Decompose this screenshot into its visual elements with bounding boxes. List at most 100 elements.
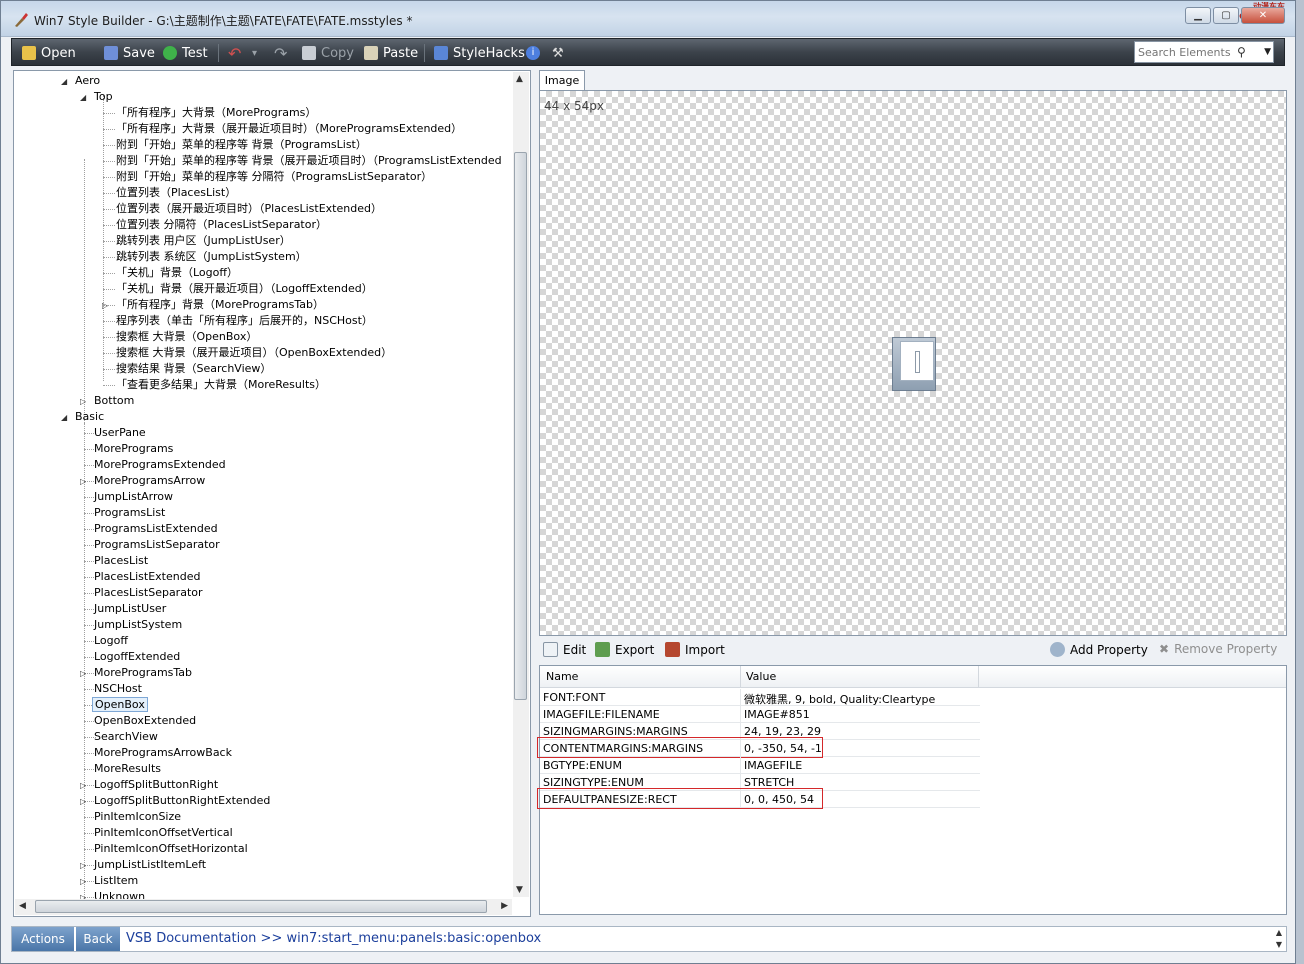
column-header-value[interactable]: Value <box>746 670 776 683</box>
edit-button[interactable]: Edit <box>543 642 586 657</box>
tree-item[interactable]: ProgramsListExtended <box>80 521 220 537</box>
collapse-icon[interactable]: ◢ <box>61 410 73 426</box>
tree-item[interactable]: LogoffExtended <box>80 649 182 665</box>
tree-item[interactable]: ▷ LogoffSplitButtonRight <box>80 777 220 793</box>
tree-item[interactable]: OpenBoxExtended <box>80 713 198 729</box>
tab-image[interactable]: Image <box>539 70 585 91</box>
chevron-down-icon[interactable]: ▼ <box>1276 940 1282 949</box>
close-button[interactable]: ✕ <box>1241 7 1285 24</box>
collapse-icon[interactable]: ◢ <box>80 90 92 106</box>
tree-item[interactable]: 位置列表 分隔符（PlacesListSeparator） <box>102 217 329 233</box>
tree-item[interactable]: 「所有程序」大背景（展开最近项目时）（MoreProgramsExtended） <box>102 121 464 137</box>
property-value[interactable]: IMAGEFILE <box>744 759 802 772</box>
tree-item[interactable]: 搜索结果 背景（SearchView） <box>102 361 273 377</box>
scroll-down-icon[interactable]: ▼ <box>516 885 523 895</box>
maximize-button[interactable]: ▢ <box>1213 7 1239 24</box>
scroll-right-icon[interactable]: ▶ <box>501 901 508 911</box>
tree-item[interactable]: ▷ LogoffSplitButtonRightExtended <box>80 793 272 809</box>
tree-item[interactable]: 搜索框 大背景（展开最近项目）（OpenBoxExtended） <box>102 345 394 361</box>
tree-item[interactable]: ProgramsList <box>80 505 167 521</box>
tree-item[interactable]: JumpListUser <box>80 601 168 617</box>
tree-item[interactable]: ▷ ListItem <box>80 873 140 889</box>
tree-item[interactable]: 「关机」背景（Logoff） <box>102 265 240 281</box>
tree-item[interactable]: MorePrograms <box>80 441 175 457</box>
scroll-thumb[interactable] <box>514 152 527 700</box>
property-row[interactable]: FONT:FONT 微软雅黑, 9, bold, Quality:Cleartyp… <box>540 689 980 706</box>
chevron-up-icon[interactable]: ▲ <box>1276 928 1282 937</box>
scroll-thumb[interactable] <box>35 900 487 913</box>
expand-icon[interactable]: ▷ <box>80 778 92 794</box>
tree-item[interactable]: ▷ 「所有程序」背景（MoreProgramsTab） <box>102 297 326 313</box>
tree-item[interactable]: 搜索框 大背景（OpenBox） <box>102 329 259 345</box>
undo-dropdown[interactable]: ▾ <box>252 43 257 63</box>
tree-item[interactable]: 位置列表（PlacesList） <box>102 185 238 201</box>
tree-item[interactable]: MoreResults <box>80 761 163 777</box>
open-button[interactable]: Open <box>22 43 76 63</box>
scroll-up-icon[interactable]: ▲ <box>516 74 523 84</box>
tree-node-top[interactable]: ◢ Top <box>80 89 115 105</box>
property-row[interactable]: BGTYPE:ENUM IMAGEFILE <box>540 757 980 774</box>
tree-item[interactable]: 附到「开始」菜单的程序等 分隔符（ProgramsListSeparator） <box>102 169 434 185</box>
scroll-left-icon[interactable]: ◀ <box>19 901 26 911</box>
save-button[interactable]: Save <box>104 43 155 63</box>
search-icon[interactable]: ⚲ <box>1237 45 1246 59</box>
tree-item[interactable]: 程序列表（单击「所有程序」后展开的，NSCHost） <box>102 313 375 329</box>
property-row[interactable]: IMAGEFILE:FILENAME IMAGE#851 <box>540 706 980 723</box>
tree-item[interactable]: PinItemIconOffsetHorizontal <box>80 841 250 857</box>
title-bar[interactable]: Win7 Style Builder - G:\主题制作\主题\FATE\FAT… <box>1 1 1295 37</box>
tree-node-bottom[interactable]: ▷ Bottom <box>80 393 136 409</box>
add-property-button[interactable]: Add Property <box>1050 642 1148 657</box>
tree-item[interactable]: UserPane <box>80 425 148 441</box>
tree-item[interactable]: ProgramsListSeparator <box>80 537 222 553</box>
info-button[interactable]: i <box>526 43 545 63</box>
tree-item[interactable]: JumpListSystem <box>80 617 184 633</box>
remove-property-button[interactable]: ✖ Remove Property <box>1159 642 1277 656</box>
expand-icon[interactable]: ▷ <box>102 298 114 314</box>
test-button[interactable]: Test <box>163 43 208 63</box>
tree-item[interactable]: PinItemIconSize <box>80 809 183 825</box>
copy-button[interactable]: Copy <box>302 43 354 63</box>
tree-item[interactable]: ▷ MoreProgramsArrow <box>80 473 207 489</box>
expand-icon[interactable]: ▷ <box>80 874 92 890</box>
tree-item[interactable]: OpenBox <box>80 697 148 713</box>
tools-button[interactable]: ⚒ <box>552 43 564 63</box>
tree-item[interactable]: SearchView <box>80 729 160 745</box>
redo-button[interactable]: ↷ <box>274 43 287 63</box>
tree-item[interactable]: PlacesListExtended <box>80 569 202 585</box>
expand-icon[interactable]: ▷ <box>80 474 92 490</box>
tree-item[interactable]: PlacesListSeparator <box>80 585 205 601</box>
expand-icon[interactable]: ▷ <box>80 394 92 410</box>
tree-item[interactable]: 跳转列表 用户区（JumpListUser） <box>102 233 293 249</box>
tree-item[interactable]: ▷ JumpListListItemLeft <box>80 857 208 873</box>
tree-item[interactable]: MoreProgramsArrowBack <box>80 745 234 761</box>
column-divider[interactable] <box>978 666 979 688</box>
tree-item[interactable]: 「查看更多结果」大背景（MoreResults） <box>102 377 328 393</box>
tree-item[interactable]: 「关机」背景（展开最近项目）（LogoffExtended） <box>102 281 375 297</box>
column-header-name[interactable]: Name <box>546 670 578 683</box>
tree-item[interactable]: MoreProgramsExtended <box>80 457 228 473</box>
tree-node-basic[interactable]: ◢ Basic <box>61 409 106 425</box>
expand-icon[interactable]: ▷ <box>80 794 92 810</box>
tree-item[interactable]: Logoff <box>80 633 130 649</box>
tree-node-aero[interactable]: ◢ Aero <box>61 73 102 89</box>
minimize-button[interactable]: ▁ <box>1185 7 1211 24</box>
actions-button[interactable]: Actions <box>12 927 74 951</box>
tree-item[interactable]: 跳转列表 系统区（JumpListSystem） <box>102 249 309 265</box>
documentation-link[interactable]: VSB Documentation >> win7:start_menu:pan… <box>126 931 541 946</box>
tree-item[interactable]: NSCHost <box>80 681 144 697</box>
chevron-down-icon[interactable]: ▼ <box>1264 47 1271 57</box>
tree-item[interactable]: 附到「开始」菜单的程序等 背景（展开最近项目时）（ProgramsListExt… <box>102 153 504 169</box>
import-button[interactable]: Import <box>665 642 725 657</box>
export-button[interactable]: Export <box>595 642 654 657</box>
tree-vertical-scrollbar[interactable]: ▲ ▼ <box>513 72 529 897</box>
expand-icon[interactable]: ▷ <box>80 858 92 874</box>
tree-item[interactable]: 「所有程序」大背景（MorePrograms） <box>102 105 318 121</box>
tree-item[interactable]: ▷ MoreProgramsTab <box>80 665 194 681</box>
tree-horizontal-scrollbar[interactable]: ◀ ▶ <box>15 899 512 915</box>
stylehacks-button[interactable]: StyleHacks <box>434 43 525 63</box>
collapse-icon[interactable]: ◢ <box>61 74 73 90</box>
undo-button[interactable]: ↶ <box>228 43 241 63</box>
property-value[interactable]: 微软雅黑, 9, bold, Quality:Cleartype <box>744 691 935 707</box>
tree-item[interactable]: 附到「开始」菜单的程序等 背景（ProgramsList） <box>102 137 369 153</box>
tree-item[interactable]: JumpListArrow <box>80 489 175 505</box>
